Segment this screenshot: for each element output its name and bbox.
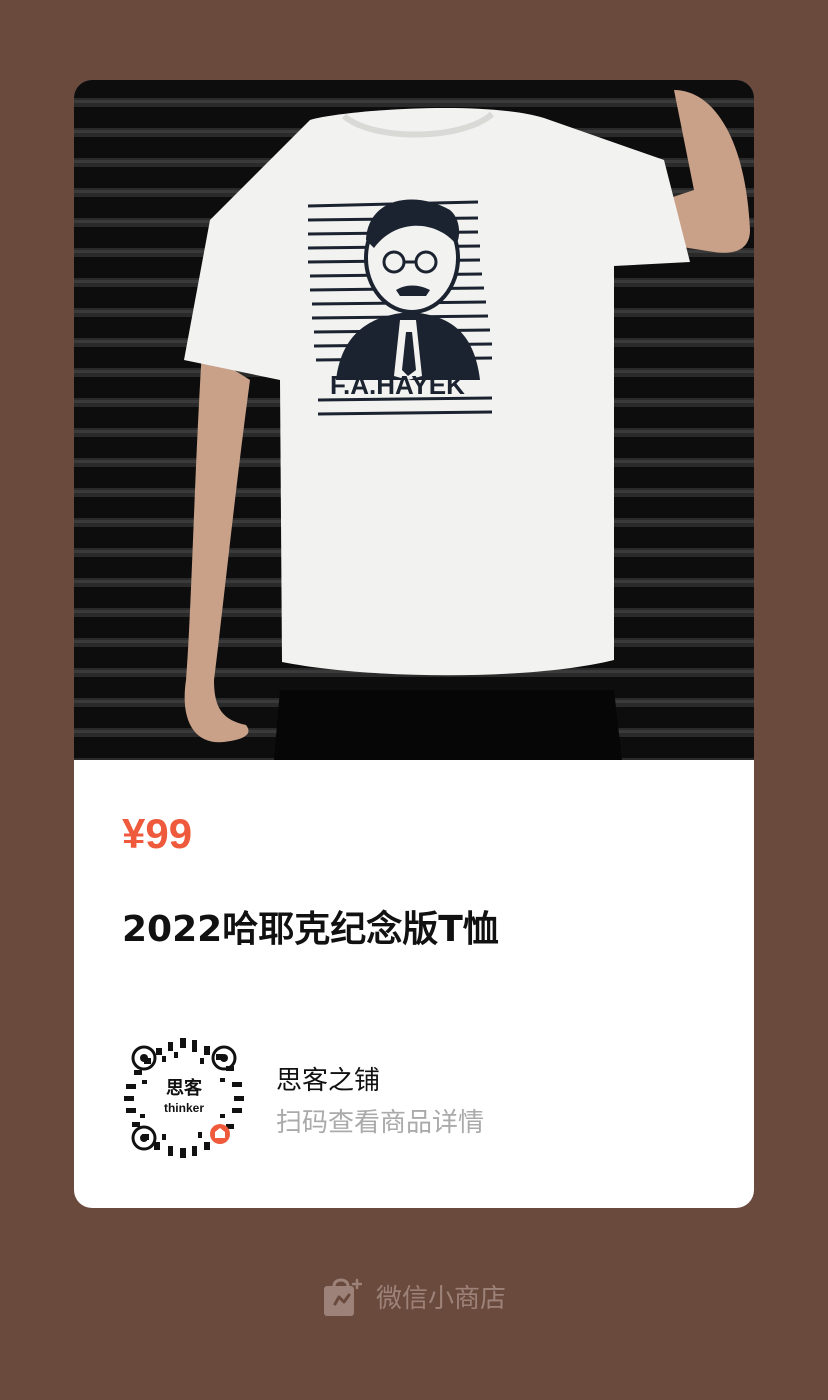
print-hayek-text: F.A.HAYEK bbox=[330, 370, 465, 400]
footer-label: 微信小商店 bbox=[375, 1283, 506, 1314]
shopping-bag-icon bbox=[323, 1278, 362, 1316]
footer-brand: 微信小商店 bbox=[0, 1272, 828, 1320]
product-card[interactable]: F.A.HAYEK ¥99 2022哈耶克纪念版T恤 思客 thinker 思客… bbox=[74, 80, 754, 1208]
product-photo: F.A.HAYEK bbox=[74, 80, 754, 760]
qr-logo-cn: 思客 bbox=[166, 1077, 203, 1099]
qr-logo-en: thinker bbox=[164, 1101, 204, 1115]
product-price: ¥99 bbox=[122, 810, 193, 857]
product-title: 2022哈耶克纪念版T恤 bbox=[122, 909, 499, 950]
shop-name: 思客之铺 bbox=[276, 1066, 381, 1096]
mini-program-code[interactable]: 思客 thinker bbox=[122, 1036, 246, 1160]
scan-hint: 扫码查看商品详情 bbox=[276, 1108, 485, 1138]
